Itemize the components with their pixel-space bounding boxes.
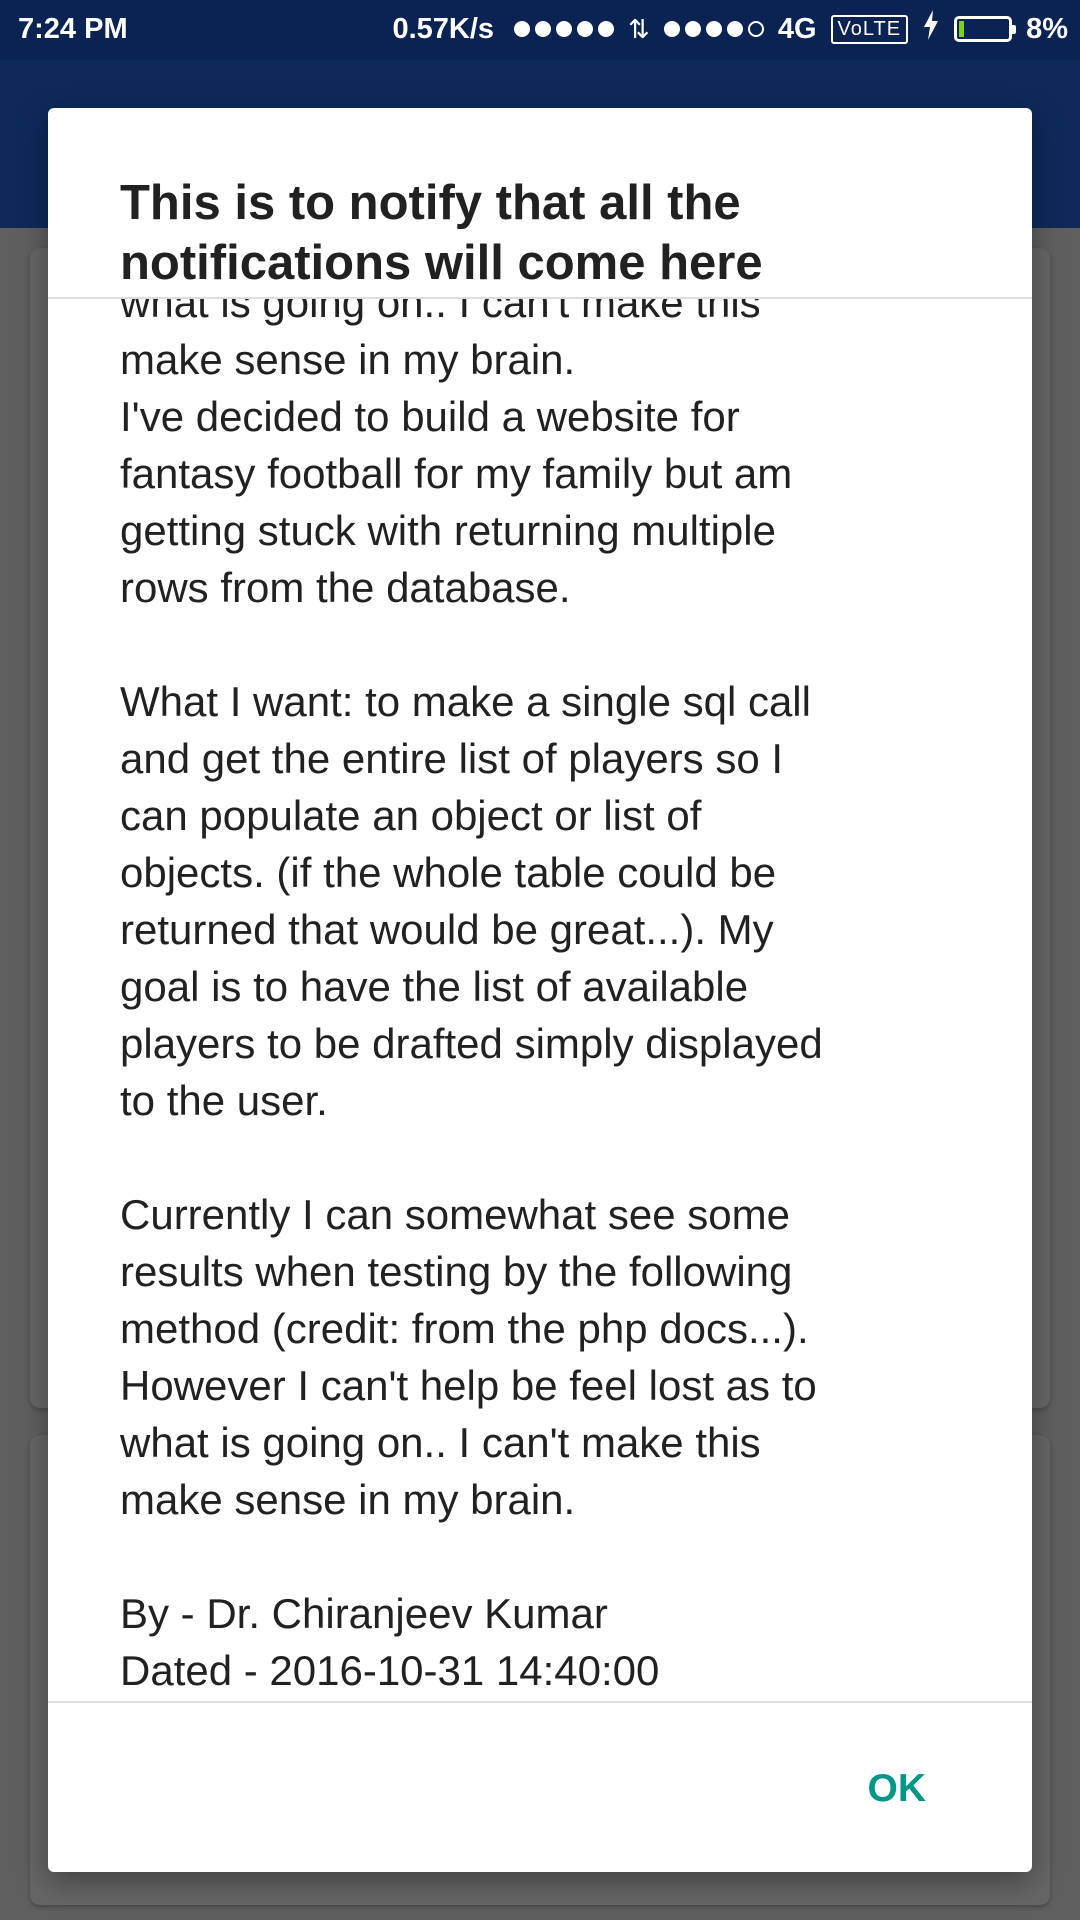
dialog-scroll-content[interactable]: what is going on.. I can't make this mak…	[48, 299, 1032, 1809]
charging-icon	[922, 10, 940, 48]
status-indicators: 0.57K/s ⇅ 4G VoLTE 8%	[392, 10, 1068, 48]
dialog-message: what is going on.. I can't make this mak…	[120, 299, 823, 1694]
network-type: 4G	[777, 12, 817, 45]
battery-percent: 8%	[1026, 12, 1068, 45]
signal-sim1-icon	[514, 21, 615, 37]
status-bar: 7:24 PM 0.57K/s ⇅ 4G VoLTE 8%	[0, 0, 1080, 60]
data-transfer-icon: ⇅	[628, 13, 650, 44]
dialog-divider-bottom	[48, 1701, 1032, 1703]
notification-dialog: This is to notify that all the notificat…	[48, 108, 1032, 1872]
dialog-title: This is to notify that all the notificat…	[120, 176, 763, 290]
status-time: 7:24 PM	[18, 13, 128, 45]
signal-sim2-icon	[663, 21, 764, 37]
network-speed: 0.57K/s	[392, 12, 495, 45]
ok-button[interactable]: OK	[858, 1761, 937, 1817]
volte-badge: VoLTE	[830, 14, 909, 44]
battery-icon	[954, 16, 1017, 42]
